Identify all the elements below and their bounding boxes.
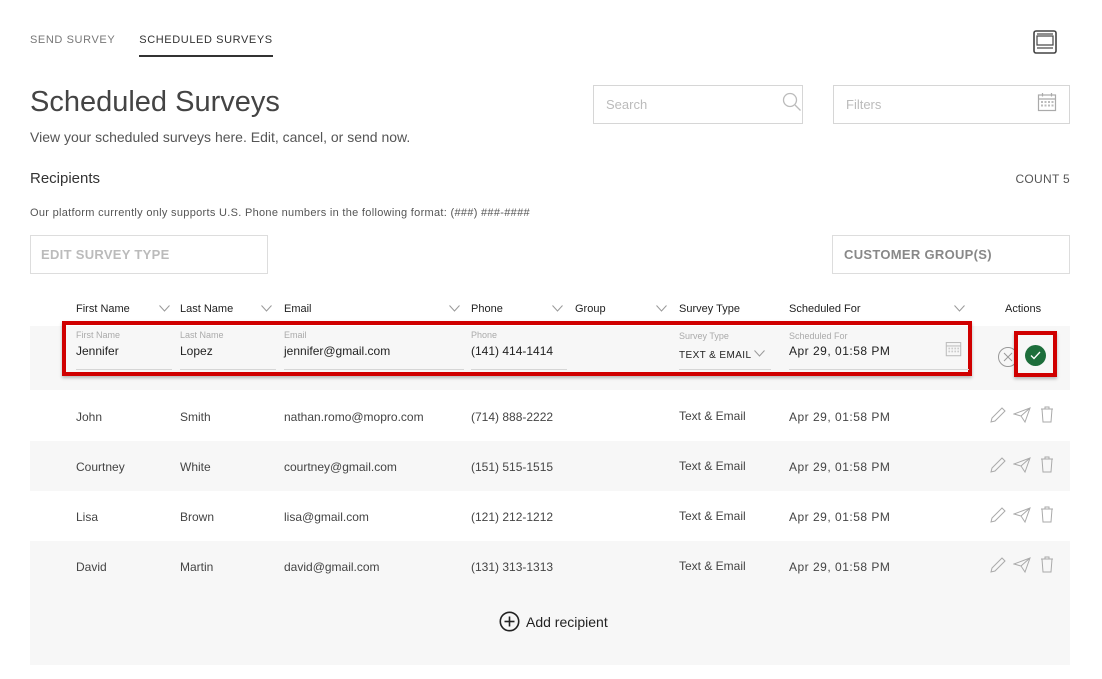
row-4-scheduled-for: Apr 29, 01:58 PM xyxy=(789,560,891,574)
confirm-edit-button[interactable] xyxy=(1025,345,1046,366)
column-last-name: Last Name xyxy=(180,303,234,315)
chevron-down-icon[interactable] xyxy=(656,305,667,312)
add-recipient-button[interactable]: Add recipient xyxy=(499,611,608,632)
tab-bar: SEND SURVEY SCHEDULED SURVEYS xyxy=(30,34,273,57)
field-underline xyxy=(284,369,464,370)
plus-circle-icon xyxy=(499,611,520,632)
row-4-email: david@gmail.com xyxy=(284,560,380,574)
field-underline xyxy=(180,369,276,370)
calendar-icon[interactable] xyxy=(945,340,962,357)
row-2-phone: (151) 515-1515 xyxy=(471,460,554,474)
send-icon[interactable] xyxy=(1013,506,1031,524)
survey-type-label: Survey Type xyxy=(679,331,729,341)
field-underline xyxy=(679,369,771,370)
column-first-name: First Name xyxy=(76,303,130,315)
row-2-first-name: Courtney xyxy=(76,460,125,474)
row-3-scheduled-for: Apr 29, 01:58 PM xyxy=(789,510,891,524)
field-underline xyxy=(76,369,172,370)
row-1-phone: (714) 888-2222 xyxy=(471,410,554,424)
column-email: Email xyxy=(284,303,312,315)
chevron-down-icon[interactable] xyxy=(552,305,563,312)
row-2-survey-type: Text & Email xyxy=(679,459,746,473)
calendar-icon[interactable] xyxy=(1037,92,1057,117)
page-subtitle: View your scheduled surveys here. Edit, … xyxy=(30,129,411,145)
row-3-survey-type: Text & Email xyxy=(679,509,746,523)
row-3-first-name: Lisa xyxy=(76,510,99,524)
column-scheduled-for: Scheduled For xyxy=(789,303,861,315)
row-2-last-name: White xyxy=(180,460,211,474)
last-name-label: Last Name xyxy=(180,330,224,340)
column-phone: Phone xyxy=(471,303,503,315)
column-survey-type: Survey Type xyxy=(679,303,740,315)
row-1-last-name: Smith xyxy=(180,410,211,424)
row-4-phone: (131) 313-1313 xyxy=(471,560,554,574)
survey-type-select[interactable]: TEXT & EMAIL xyxy=(679,350,751,361)
search-input[interactable] xyxy=(606,97,782,112)
row-1-email: nathan.romo@mopro.com xyxy=(284,410,424,424)
send-icon[interactable] xyxy=(1013,456,1031,474)
row-3-last-name: Brown xyxy=(180,510,215,524)
row-1-survey-type: Text & Email xyxy=(679,409,746,423)
row-2-scheduled-for: Apr 29, 01:58 PM xyxy=(789,460,891,474)
edit-pencil-icon[interactable] xyxy=(989,506,1007,524)
column-group: Group xyxy=(575,303,606,315)
row-3-phone: (121) 212-1212 xyxy=(471,510,554,524)
row-2-email: courtney@gmail.com xyxy=(284,460,397,474)
customer-groups-button[interactable]: CUSTOMER GROUP(S) xyxy=(832,235,1070,274)
first-name-label: First Name xyxy=(76,330,121,340)
search-box xyxy=(593,85,803,124)
check-icon xyxy=(1030,351,1041,360)
filters-box xyxy=(833,85,1070,124)
email-label: Email xyxy=(284,330,307,340)
column-actions: Actions xyxy=(1005,303,1042,315)
send-icon[interactable] xyxy=(1013,556,1031,574)
recipient-count: COUNT 5 xyxy=(1015,172,1070,186)
chevron-down-icon[interactable] xyxy=(261,305,272,312)
row-1-scheduled-for: Apr 29, 01:58 PM xyxy=(789,410,891,424)
edit-pencil-icon[interactable] xyxy=(989,406,1007,424)
chevron-down-icon[interactable] xyxy=(449,305,460,312)
scheduled-for-label: Scheduled For xyxy=(789,331,848,341)
trash-icon[interactable] xyxy=(1038,555,1056,573)
trash-icon[interactable] xyxy=(1038,505,1056,523)
page-title: Scheduled Surveys xyxy=(30,86,280,118)
field-underline xyxy=(471,369,567,370)
edit-pencil-icon[interactable] xyxy=(989,556,1007,574)
chevron-down-icon[interactable] xyxy=(754,350,765,357)
row-4-last-name: Martin xyxy=(180,560,214,574)
row-4-survey-type: Text & Email xyxy=(679,559,746,573)
row-1-first-name: John xyxy=(76,410,103,424)
edit-survey-type-button[interactable]: EDIT SURVEY TYPE xyxy=(30,235,268,274)
scheduled-for-field[interactable]: Apr 29, 01:58 PM xyxy=(789,344,890,358)
row-4-first-name: David xyxy=(76,560,107,574)
chevron-down-icon[interactable] xyxy=(159,305,170,312)
recipients-heading: Recipients xyxy=(30,170,101,187)
trash-icon[interactable] xyxy=(1038,455,1056,473)
add-recipient-label: Add recipient xyxy=(526,613,608,630)
search-icon[interactable] xyxy=(782,92,802,117)
chevron-down-icon[interactable] xyxy=(954,305,965,312)
first-name-field[interactable]: Jennifer xyxy=(76,344,119,358)
tab-scheduled-surveys[interactable]: SCHEDULED SURVEYS xyxy=(139,34,273,57)
trash-icon[interactable] xyxy=(1038,405,1056,423)
tab-send-survey[interactable]: SEND SURVEY xyxy=(30,34,115,57)
filters-input[interactable] xyxy=(846,97,1037,112)
field-underline xyxy=(789,369,969,370)
edit-pencil-icon[interactable] xyxy=(989,456,1007,474)
phone-label: Phone xyxy=(471,330,498,340)
email-field[interactable]: jennifer@gmail.com xyxy=(284,344,390,358)
phone-field[interactable]: (141) 414-1414 xyxy=(471,344,553,358)
row-3-email: lisa@gmail.com xyxy=(284,510,369,524)
monitor-icon[interactable] xyxy=(1032,30,1058,54)
send-icon[interactable] xyxy=(1013,406,1031,424)
phone-format-notice: Our platform currently only supports U.S… xyxy=(30,207,530,219)
last-name-field[interactable]: Lopez xyxy=(180,344,213,358)
